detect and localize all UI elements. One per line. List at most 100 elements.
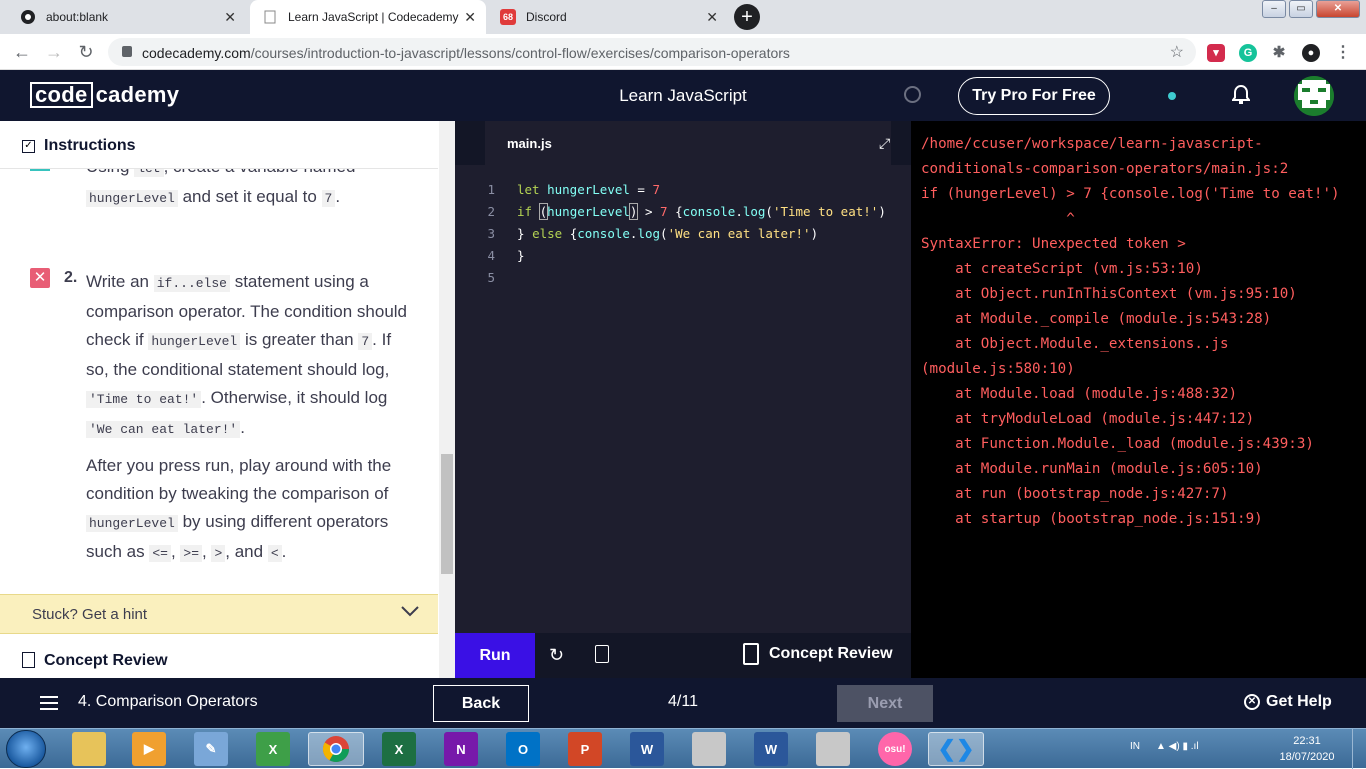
- vscode-icon[interactable]: ❮❯: [928, 732, 984, 766]
- paint-icon[interactable]: ✎: [194, 732, 228, 766]
- hint-bar[interactable]: Stuck? Get a hint: [0, 594, 438, 634]
- discord-icon: 68: [500, 9, 516, 25]
- close-tab-icon[interactable]: ✕: [464, 9, 476, 26]
- get-help-label: Get Help: [1266, 693, 1332, 710]
- roblox-icon[interactable]: [692, 732, 726, 766]
- excel-icon[interactable]: X: [256, 732, 290, 766]
- terminal-line: at Module.runMain (module.js:605:10): [921, 461, 1263, 477]
- scrollbar-thumb[interactable]: [441, 454, 453, 574]
- bookmark-star-icon[interactable]: ☆: [1170, 42, 1184, 62]
- back-button[interactable]: Back: [433, 685, 529, 722]
- concept-review-button[interactable]: Concept Review: [743, 643, 893, 665]
- chrome-icon[interactable]: [308, 732, 364, 766]
- run-button[interactable]: Run: [455, 633, 535, 678]
- notification-dot-icon: [1168, 92, 1176, 100]
- line-number: 2: [487, 204, 495, 219]
- tab-about-blank[interactable]: about:blank ✕: [8, 0, 246, 34]
- try-pro-button[interactable]: Try Pro For Free: [958, 77, 1110, 115]
- help-icon: ✕: [1244, 694, 1260, 710]
- step-2-text: Write an if...else statement using a com…: [86, 272, 407, 438]
- chevron-down-icon: [400, 603, 419, 619]
- url-bar[interactable]: codecademy.com/courses/introduction-to-j…: [108, 38, 1196, 66]
- excel-icon[interactable]: X: [382, 732, 416, 766]
- osu-icon[interactable]: osu!: [878, 732, 912, 766]
- code-line-3: } else {console.log('We can eat later!'): [517, 226, 819, 241]
- checkbox-icon: ✓: [22, 140, 35, 153]
- file-tab-label: main.js: [507, 136, 552, 151]
- window-controls: – ▭ ✕: [1259, 0, 1360, 18]
- media-player-icon[interactable]: ▶: [132, 732, 166, 766]
- file-tab-main-js[interactable]: main.js: [485, 121, 891, 165]
- minimize-button[interactable]: –: [1262, 0, 1286, 18]
- terminal-line: at Module._compile (module.js:543:28): [921, 311, 1272, 327]
- extensions-puzzle-icon[interactable]: ✱: [1270, 44, 1288, 62]
- chrome-icon: [20, 9, 36, 25]
- lesson-name[interactable]: 4. Comparison Operators: [78, 693, 258, 711]
- outlook-icon[interactable]: O: [506, 732, 540, 766]
- alarm-icon[interactable]: [904, 86, 921, 103]
- terminal-line: at startup (bootstrap_node.js:151:9): [921, 511, 1263, 527]
- chrome-menu-icon[interactable]: ⋮: [1334, 44, 1352, 62]
- roblox-icon[interactable]: [816, 732, 850, 766]
- hamburger-menu-icon[interactable]: [40, 696, 58, 710]
- codecademy-logo[interactable]: code cademy: [30, 82, 179, 108]
- close-tab-icon[interactable]: ✕: [706, 9, 718, 26]
- explorer-icon[interactable]: [72, 732, 106, 766]
- forward-arrow-icon[interactable]: →: [44, 42, 64, 63]
- instructions-header[interactable]: ✓ Instructions: [0, 121, 438, 169]
- lesson-progress: 4/11: [668, 693, 698, 710]
- bell-icon[interactable]: [1230, 84, 1252, 112]
- expand-icon[interactable]: ⤢: [879, 135, 890, 152]
- code-editor: main.js ⤢ 1 2 3 4 5 let hungerLevel = 7 …: [455, 121, 911, 678]
- powerpoint-icon[interactable]: P: [568, 732, 602, 766]
- profile-icon[interactable]: ●: [1302, 44, 1320, 62]
- lock-icon: [122, 46, 132, 57]
- step-number: 2.: [64, 269, 78, 286]
- document-icon: [22, 652, 35, 668]
- language-indicator[interactable]: IN: [1130, 741, 1140, 752]
- terminal-line: at Object.Module._extensions..js: [921, 336, 1229, 352]
- back-arrow-icon[interactable]: ←: [12, 42, 32, 63]
- tab-learn-javascript[interactable]: Learn JavaScript | Codecademy ✕: [250, 0, 486, 34]
- codecademy-header: code cademy Learn JavaScript Try Pro For …: [0, 70, 1366, 121]
- step-2-followup-text: After you press run, play around with th…: [86, 456, 392, 562]
- next-button[interactable]: Next: [837, 685, 933, 722]
- tab-discord[interactable]: 68 Discord ✕: [488, 0, 728, 34]
- get-help-button[interactable]: ✕ Get Help: [1244, 693, 1332, 711]
- code-line-2: if (hungerLevel) > 7 {console.log('Time …: [517, 203, 886, 220]
- word-icon[interactable]: W: [630, 732, 664, 766]
- reload-icon[interactable]: ↻: [76, 42, 96, 63]
- terminal-line: at tryModuleLoad (module.js:447:12): [921, 411, 1255, 427]
- terminal-line: (module.js:580:10): [921, 361, 1075, 377]
- tray-icons[interactable]: ▲ ◀) ▮ .ıl: [1156, 741, 1199, 752]
- terminal-line: at createScript (vm.js:53:10): [921, 261, 1203, 277]
- tab-label: Discord: [526, 10, 567, 24]
- close-window-button[interactable]: ✕: [1316, 0, 1360, 18]
- instructions-panel: Using let, create a variable named hunge…: [0, 121, 455, 678]
- onenote-icon[interactable]: N: [444, 732, 478, 766]
- grammarly-extension-icon[interactable]: G: [1239, 44, 1257, 62]
- concept-review-link[interactable]: Concept Review: [0, 634, 438, 678]
- avatar[interactable]: [1294, 76, 1334, 116]
- maximize-button[interactable]: ▭: [1289, 0, 1313, 18]
- word-icon[interactable]: W: [754, 732, 788, 766]
- scrollbar[interactable]: [439, 121, 455, 678]
- browser-tab-bar: about:blank ✕ Learn JavaScript | Codecad…: [0, 0, 1366, 34]
- reset-icon[interactable]: ↻: [549, 645, 564, 666]
- pocket-extension-icon[interactable]: ▾: [1207, 44, 1225, 62]
- clock[interactable]: 22:31 18/07/2020: [1272, 733, 1342, 765]
- concept-review-label: Concept Review: [769, 645, 893, 662]
- windows-taskbar: ▶ ✎ X X N O P W W osu! ❮❯ IN ▲ ◀) ▮ .ıl …: [0, 728, 1366, 769]
- show-desktop-button[interactable]: [1352, 729, 1366, 769]
- lesson-footer: 4. Comparison Operators Back 4/11 Next ✕…: [0, 678, 1366, 728]
- line-number: 4: [487, 248, 495, 263]
- line-number: 5: [487, 270, 495, 285]
- editor-toolbar: Run ↻ Concept Review: [455, 633, 911, 678]
- clock-date: 18/07/2020: [1279, 751, 1335, 763]
- copy-code-icon[interactable]: [595, 645, 609, 663]
- start-button[interactable]: [6, 730, 46, 768]
- terminal-line: at Module.load (module.js:488:32): [921, 386, 1238, 402]
- terminal-line: ^: [921, 211, 1075, 227]
- new-tab-button[interactable]: +: [734, 4, 760, 30]
- close-tab-icon[interactable]: ✕: [224, 9, 236, 26]
